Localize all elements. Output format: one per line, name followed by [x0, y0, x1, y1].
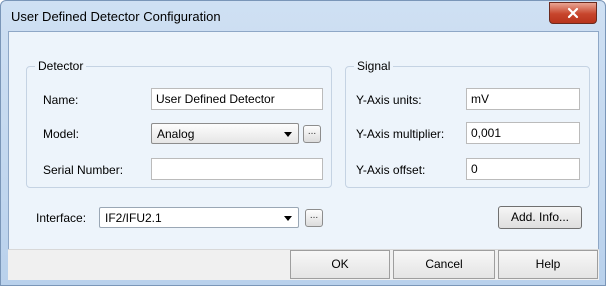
model-select[interactable]: Analog: [151, 123, 299, 144]
y-axis-units-label: Y-Axis units:: [356, 93, 422, 107]
name-field[interactable]: [151, 88, 323, 110]
y-axis-offset-field[interactable]: [466, 158, 580, 180]
model-browse-button[interactable]: ...: [303, 125, 321, 143]
y-axis-multiplier-label: Y-Axis multiplier:: [356, 127, 445, 141]
cancel-button[interactable]: Cancel: [393, 250, 495, 279]
window-title: User Defined Detector Configuration: [11, 9, 221, 24]
ok-button[interactable]: OK: [290, 250, 390, 279]
close-icon: [567, 7, 579, 19]
add-info-button[interactable]: Add. Info...: [498, 206, 582, 229]
name-label: Name:: [43, 93, 79, 107]
model-label: Model:: [43, 127, 80, 141]
button-bar: OK Cancel Help: [8, 249, 599, 280]
interface-select[interactable]: IF2/IFU2.1: [99, 207, 299, 228]
help-button[interactable]: Help: [498, 250, 598, 279]
dialog-client-area: Detector Name: Model: Analog ... Serial …: [8, 31, 599, 273]
close-button[interactable]: [549, 2, 597, 24]
serial-number-field[interactable]: [151, 158, 323, 180]
chevron-down-icon: [284, 132, 292, 137]
detector-group-title: Detector: [35, 59, 87, 73]
interface-browse-button[interactable]: ...: [305, 209, 323, 227]
y-axis-offset-label: Y-Axis offset:: [356, 163, 426, 177]
chevron-down-icon: [284, 216, 292, 221]
interface-label: Interface:: [36, 211, 87, 225]
dialog-window: User Defined Detector Configuration Dete…: [0, 0, 606, 286]
y-axis-multiplier-field[interactable]: [466, 122, 580, 144]
title-bar[interactable]: User Defined Detector Configuration: [1, 1, 605, 31]
serial-number-label: Serial Number:: [43, 163, 124, 177]
signal-group-title: Signal: [354, 59, 394, 73]
y-axis-units-field[interactable]: [466, 88, 580, 110]
model-select-value: Analog: [157, 127, 195, 141]
interface-select-value: IF2/IFU2.1: [105, 211, 162, 225]
